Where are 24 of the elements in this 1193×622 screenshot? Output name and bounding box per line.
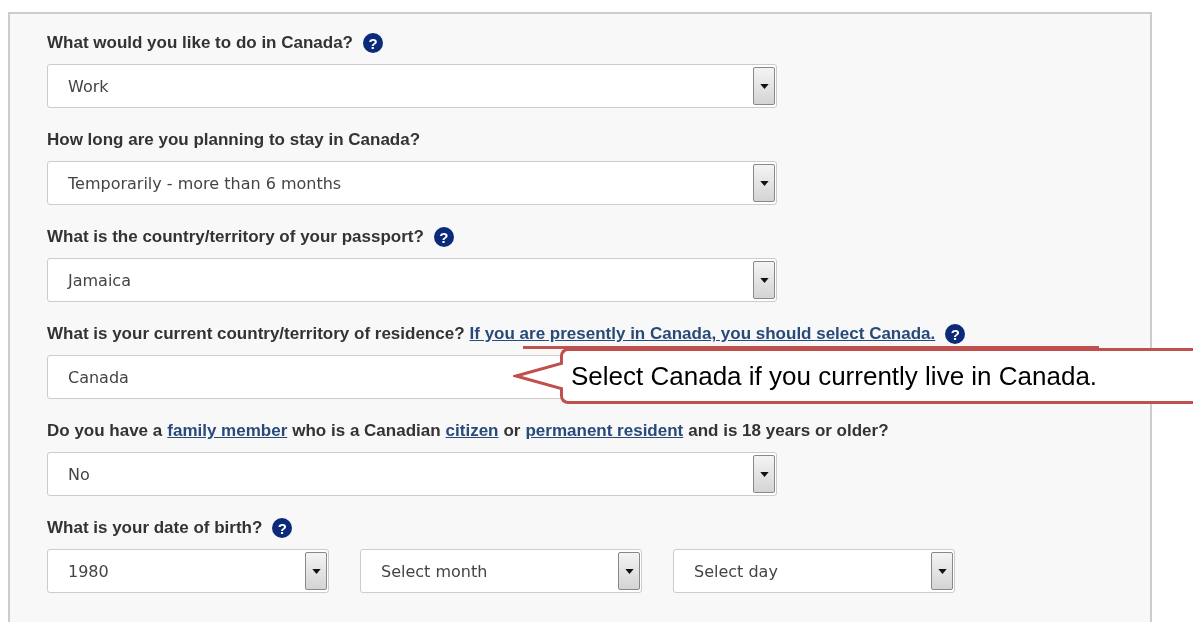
question-label: What is your current country/territory of residence? [47, 324, 465, 344]
help-icon[interactable]: ? [945, 324, 966, 344]
help-link[interactable]: family member [167, 421, 288, 441]
select-dropdown[interactable]: Select day [673, 549, 955, 593]
help-link[interactable]: citizen [445, 421, 499, 441]
question-label: or [503, 421, 521, 441]
select-dropdown[interactable]: Work [47, 64, 777, 108]
question-label: How long are you planning to stay in Canada? [47, 130, 421, 150]
help-icon[interactable]: ? [433, 227, 454, 247]
question-label: What is the country/territory of your passport? [47, 227, 424, 247]
question-label: who is a Canadian [292, 421, 441, 441]
help-link[interactable]: If you are presently in Canada, you should select Canada. [469, 324, 936, 344]
select-dropdown[interactable]: Select month [360, 549, 642, 593]
question-label: and is 18 years or older? [688, 421, 889, 441]
select-dropdown[interactable]: Jamaica [47, 258, 777, 302]
select-dropdown[interactable]: 1980 [47, 549, 329, 593]
question-label: What is your date of birth? [47, 518, 263, 538]
select-dropdown[interactable]: No [47, 452, 777, 496]
question-label: Do you have a [47, 421, 163, 441]
help-icon[interactable]: ? [272, 518, 293, 538]
question-label: What would you like to do in Canada? [47, 33, 353, 53]
select-dropdown[interactable]: Temporarily - more than 6 months [47, 161, 777, 205]
help-link[interactable]: permanent resident [525, 421, 684, 441]
help-icon[interactable]: ? [363, 33, 383, 53]
